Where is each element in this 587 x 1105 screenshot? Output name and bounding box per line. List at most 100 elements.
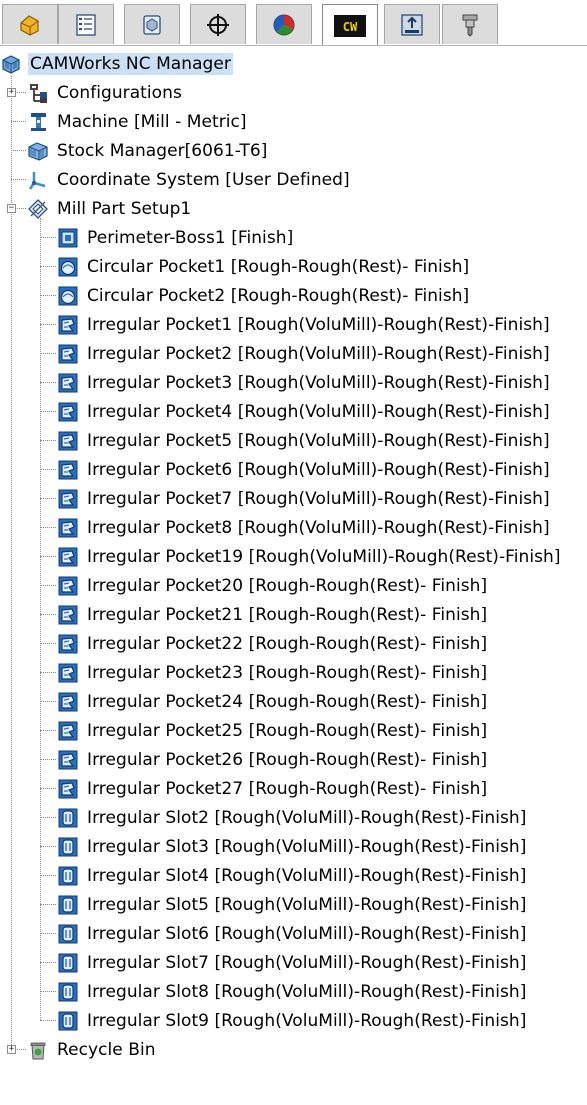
tree-item[interactable]: Irregular Pocket2 [Rough(VoluMill)-Rough… bbox=[57, 339, 552, 368]
configuration-manager-icon bbox=[139, 12, 165, 38]
tree-item[interactable]: Irregular Pocket8 [Rough(VoluMill)-Rough… bbox=[57, 513, 552, 542]
tree-item[interactable]: Irregular Slot8 [Rough(VoluMill)-Rough(R… bbox=[57, 977, 528, 1006]
tree-item[interactable]: Irregular Slot2 [Rough(VoluMill)-Rough(R… bbox=[57, 803, 528, 832]
tree-connector bbox=[11, 121, 26, 122]
tree-item-label: Irregular Pocket5 [Rough(VoluMill)-Rough… bbox=[87, 430, 550, 451]
tree-item[interactable]: Irregular Pocket23 [Rough-Rough(Rest)- F… bbox=[57, 658, 489, 687]
tree-item[interactable]: Irregular Pocket20 [Rough-Rough(Rest)- F… bbox=[57, 571, 489, 600]
tree-connector bbox=[40, 730, 56, 731]
display-manager-icon bbox=[271, 12, 297, 38]
tree-connector bbox=[40, 759, 56, 760]
tree-root-nc-manager[interactable]: CAMWorks NC Manager bbox=[0, 49, 233, 78]
tree-item-label: Mill Part Setup1 bbox=[57, 198, 192, 219]
circular-pocket-icon bbox=[57, 285, 79, 307]
tree-connector bbox=[40, 295, 56, 296]
tree-item[interactable]: Irregular Pocket21 [Rough-Rough(Rest)- F… bbox=[57, 600, 489, 629]
dimxpert-icon bbox=[205, 12, 231, 38]
tree-item-label: Irregular Pocket3 [Rough(VoluMill)-Rough… bbox=[87, 372, 550, 393]
tree-item[interactable]: Irregular Slot4 [Rough(VoluMill)-Rough(R… bbox=[57, 861, 528, 890]
irregular-pocket-icon bbox=[57, 546, 79, 568]
tab-dimxpert[interactable] bbox=[190, 4, 246, 44]
tree-item[interactable]: Irregular Pocket27 [Rough-Rough(Rest)- F… bbox=[57, 774, 489, 803]
tree-item[interactable]: Stock Manager[6061-T6] bbox=[27, 136, 269, 165]
tree-item[interactable]: Irregular Pocket24 [Rough-Rough(Rest)- F… bbox=[57, 687, 489, 716]
collapse-mill-part-setup-toggle[interactable]: − bbox=[7, 204, 16, 213]
tree-item-label: Irregular Pocket19 [Rough(VoluMill)-Roug… bbox=[87, 546, 561, 567]
tree-item-label: Irregular Slot8 [Rough(VoluMill)-Rough(R… bbox=[87, 981, 527, 1002]
tree-item[interactable]: Irregular Pocket26 [Rough-Rough(Rest)- F… bbox=[57, 745, 489, 774]
tree-item[interactable]: Irregular Slot7 [Rough(VoluMill)-Rough(R… bbox=[57, 948, 528, 977]
tree-item-label: Recycle Bin bbox=[57, 1039, 156, 1060]
tree-item[interactable]: Irregular Pocket3 [Rough(VoluMill)-Rough… bbox=[57, 368, 552, 397]
tree-item[interactable]: Irregular Slot5 [Rough(VoluMill)-Rough(R… bbox=[57, 890, 528, 919]
tree-item-label: Irregular Slot9 [Rough(VoluMill)-Rough(R… bbox=[87, 1010, 527, 1031]
tree-item[interactable]: Irregular Pocket25 [Rough-Rough(Rest)- F… bbox=[57, 716, 489, 745]
camworks-feature-tree-icon: CW bbox=[333, 13, 367, 39]
irregular-pocket-icon bbox=[57, 691, 79, 713]
tree-connector bbox=[11, 179, 26, 180]
expand-configurations-toggle[interactable]: + bbox=[7, 88, 16, 97]
tree-item[interactable]: Irregular Slot6 [Rough(VoluMill)-Rough(R… bbox=[57, 919, 528, 948]
tree-item[interactable]: Irregular Pocket19 [Rough(VoluMill)-Roug… bbox=[57, 542, 563, 571]
expand-recycle-bin-toggle[interactable]: + bbox=[7, 1045, 16, 1054]
tree-item-label: CAMWorks NC Manager bbox=[28, 52, 233, 75]
tree-item-label: Irregular Pocket1 [Rough(VoluMill)-Rough… bbox=[87, 314, 550, 335]
tree-item[interactable]: Recycle Bin bbox=[27, 1035, 158, 1064]
tab-property-manager[interactable] bbox=[58, 4, 114, 44]
tab-camworks-feature-tree[interactable]: CW bbox=[322, 4, 378, 46]
tree-item[interactable]: Irregular Pocket5 [Rough(VoluMill)-Rough… bbox=[57, 426, 552, 455]
tree-connector bbox=[40, 672, 56, 673]
tree-connector bbox=[40, 788, 56, 789]
tree-item-label: Irregular Pocket27 [Rough-Rough(Rest)- F… bbox=[87, 778, 488, 799]
tree-item[interactable]: Coordinate System [User Defined] bbox=[27, 165, 352, 194]
tree-item-label: Irregular Pocket23 [Rough-Rough(Rest)- F… bbox=[87, 662, 488, 683]
tree-item[interactable]: Perimeter-Boss1 [Finish] bbox=[57, 223, 295, 252]
tree-item-label: Irregular Pocket25 [Rough-Rough(Rest)- F… bbox=[87, 720, 488, 741]
tab-camworks-operation-tree[interactable] bbox=[384, 4, 440, 44]
tree-item-label: Irregular Slot4 [Rough(VoluMill)-Rough(R… bbox=[87, 865, 527, 886]
tree-item[interactable]: Circular Pocket2 [Rough-Rough(Rest)- Fin… bbox=[57, 281, 471, 310]
tree-item[interactable]: Irregular Pocket4 [Rough(VoluMill)-Rough… bbox=[57, 397, 552, 426]
tree-item[interactable]: Configurations bbox=[27, 78, 184, 107]
camworks-toolpath-tree-icon bbox=[457, 12, 483, 38]
camworks-nc-manager-icon bbox=[0, 53, 22, 75]
irregular-pocket-icon bbox=[57, 343, 79, 365]
tree-item-label: Irregular Pocket8 [Rough(VoluMill)-Rough… bbox=[87, 517, 550, 538]
tree-item[interactable]: Circular Pocket1 [Rough-Rough(Rest)- Fin… bbox=[57, 252, 471, 281]
configurations-icon bbox=[27, 82, 49, 104]
tab-camworks-toolpath-tree[interactable] bbox=[442, 4, 498, 44]
machine-icon bbox=[27, 111, 49, 133]
tab-configuration-manager[interactable] bbox=[124, 4, 180, 44]
tree-connector bbox=[40, 701, 56, 702]
irregular-pocket-icon bbox=[57, 720, 79, 742]
tree-item[interactable]: Irregular Pocket22 [Rough-Rough(Rest)- F… bbox=[57, 629, 489, 658]
tree-connector bbox=[40, 991, 56, 992]
tab-feature-manager[interactable] bbox=[2, 4, 58, 44]
irregular-slot-icon bbox=[57, 952, 79, 974]
tree-item[interactable]: Irregular Slot9 [Rough(VoluMill)-Rough(R… bbox=[57, 1006, 528, 1035]
tree-connector bbox=[40, 266, 56, 267]
tree-item[interactable]: Mill Part Setup1 bbox=[27, 194, 193, 223]
tree-connector bbox=[40, 933, 56, 934]
tree-item[interactable]: Irregular Pocket7 [Rough(VoluMill)-Rough… bbox=[57, 484, 552, 513]
tab-display-manager[interactable] bbox=[256, 4, 312, 44]
tree-item[interactable]: Irregular Pocket1 [Rough(VoluMill)-Rough… bbox=[57, 310, 552, 339]
tree-connector bbox=[40, 527, 56, 528]
tree-item-label: Irregular Pocket2 [Rough(VoluMill)-Rough… bbox=[87, 343, 550, 364]
mill-part-setup-icon bbox=[27, 198, 49, 220]
irregular-pocket-icon bbox=[57, 604, 79, 626]
tree-item-label: Configurations bbox=[57, 82, 182, 103]
tree-connector bbox=[40, 469, 56, 470]
irregular-pocket-icon bbox=[57, 430, 79, 452]
tree-connector bbox=[40, 846, 56, 847]
tree-item[interactable]: Irregular Slot3 [Rough(VoluMill)-Rough(R… bbox=[57, 832, 528, 861]
irregular-slot-icon bbox=[57, 836, 79, 858]
tree-connector bbox=[40, 875, 56, 876]
tree-connector bbox=[40, 440, 56, 441]
irregular-pocket-icon bbox=[57, 459, 79, 481]
tree-item[interactable]: Irregular Pocket6 [Rough(VoluMill)-Rough… bbox=[57, 455, 552, 484]
boss-feature-icon bbox=[57, 227, 79, 249]
irregular-pocket-icon bbox=[57, 633, 79, 655]
tree-item-label: Irregular Slot3 [Rough(VoluMill)-Rough(R… bbox=[87, 836, 527, 857]
tree-item[interactable]: Machine [Mill - Metric] bbox=[27, 107, 249, 136]
